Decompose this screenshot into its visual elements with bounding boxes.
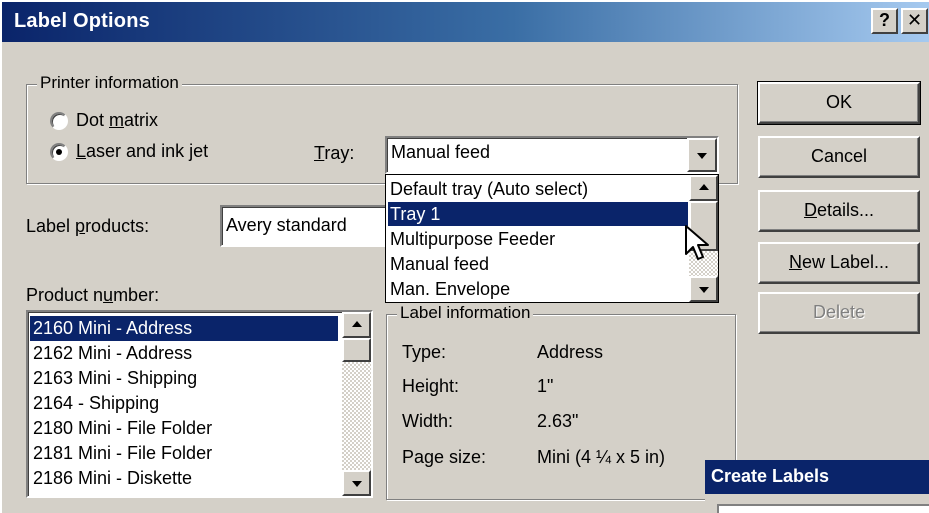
tray-option-multipurpose[interactable]: Multipurpose Feeder: [388, 227, 688, 251]
scroll-down-button[interactable]: [342, 470, 371, 496]
laser-ink-jet-label[interactable]: Laser and ink jet: [76, 141, 208, 162]
tray-scroll-up[interactable]: [689, 175, 718, 201]
mouse-cursor-icon: [685, 225, 709, 260]
list-item[interactable]: 2162 Mini - Address: [30, 341, 338, 366]
tray-option-man-envelope[interactable]: Man. Envelope: [388, 277, 688, 301]
tray-option-tray-1[interactable]: Tray 1: [388, 202, 688, 226]
type-value: Address: [537, 342, 604, 362]
height-value: 1": [537, 376, 554, 396]
tray-option-default[interactable]: Default tray (Auto select): [388, 177, 688, 201]
tray-selected-value: Manual feed: [391, 142, 491, 162]
create-labels-dialog: Create Labels: [705, 460, 929, 513]
arrow-up-icon: [698, 184, 709, 190]
label-products-select[interactable]: Avery standard: [220, 205, 390, 247]
list-item[interactable]: 2164 - Shipping: [30, 391, 338, 416]
scroll-up-button[interactable]: [342, 312, 371, 338]
title-bar[interactable]: Label Options ? ✕: [2, 2, 929, 42]
create-labels-title: Create Labels: [711, 466, 830, 486]
create-labels-field[interactable]: [717, 504, 929, 513]
label-information-label: Label information: [397, 303, 534, 323]
arrow-up-icon: [351, 321, 362, 327]
tray-option-manual-feed[interactable]: Manual feed: [388, 252, 688, 276]
delete-button: Delete: [758, 292, 920, 334]
dialog-title: Label Options: [14, 10, 150, 32]
tray-label: Tray:: [314, 143, 355, 163]
create-labels-title-bar[interactable]: Create Labels: [705, 460, 929, 494]
page-size-key: Page size:: [402, 447, 487, 467]
tray-scroll-down[interactable]: [689, 276, 718, 302]
list-item[interactable]: 2181 Mini - File Folder: [30, 441, 338, 466]
label-options-dialog: Label Options ? ✕ Printer information Do…: [0, 0, 929, 513]
dot-matrix-radio[interactable]: [50, 112, 68, 130]
product-number-list[interactable]: 2160 Mini - Address 2162 Mini - Address …: [26, 310, 373, 498]
width-value: 2.63": [537, 411, 579, 431]
help-button[interactable]: ?: [871, 8, 898, 34]
arrow-down-icon: [698, 287, 709, 293]
printer-information-label: Printer information: [37, 73, 182, 93]
product-number-label: Product number:: [26, 285, 160, 305]
laser-ink-jet-radio[interactable]: [50, 143, 68, 161]
tray-dropdown-button[interactable]: [687, 138, 717, 172]
close-icon: ✕: [906, 10, 923, 30]
tray-dropdown-list[interactable]: Default tray (Auto select) Tray 1 Multip…: [385, 174, 719, 303]
new-label-button[interactable]: New Label...: [758, 242, 920, 284]
scroll-thumb[interactable]: [342, 338, 371, 362]
label-products-value: Avery standard: [226, 215, 347, 235]
label-products-label: Label products:: [26, 216, 150, 236]
arrow-down-icon: [351, 481, 362, 487]
cancel-button[interactable]: Cancel: [758, 136, 920, 178]
list-item[interactable]: 2160 Mini - Address: [30, 316, 338, 341]
list-item[interactable]: 2163 Mini - Shipping: [30, 366, 338, 391]
details-button[interactable]: Details...: [758, 190, 920, 232]
height-key: Height:: [402, 376, 460, 396]
close-button[interactable]: ✕: [901, 8, 928, 34]
width-key: Width:: [402, 411, 454, 431]
chevron-down-icon: [697, 153, 707, 159]
type-key: Type:: [402, 342, 447, 362]
tray-select[interactable]: Manual feed: [385, 136, 719, 174]
ok-button[interactable]: OK: [757, 81, 921, 125]
list-item[interactable]: 2186 Mini - Diskette: [30, 466, 338, 491]
list-item[interactable]: 2180 Mini - File Folder: [30, 416, 338, 441]
dot-matrix-label[interactable]: Dot matrix: [76, 110, 158, 131]
page-size-value: Mini (4 ¼ x 5 in): [537, 447, 666, 467]
